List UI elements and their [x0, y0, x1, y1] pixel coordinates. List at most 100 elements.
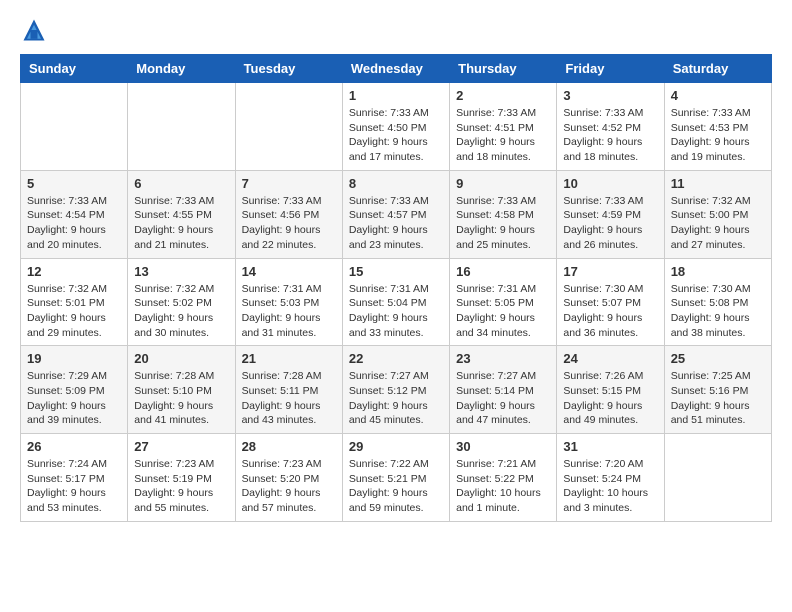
calendar-cell: 22 Sunrise: 7:27 AM Sunset: 5:12 PM Dayli…	[342, 346, 449, 434]
calendar-cell: 6 Sunrise: 7:33 AM Sunset: 4:55 PM Daylig…	[128, 170, 235, 258]
calendar-cell: 23Sunrise: 7:27 AM Sunset: 5:14 PM Dayli…	[450, 346, 557, 434]
day-number: 21	[242, 351, 336, 366]
day-of-week-header: Wednesday	[342, 55, 449, 83]
calendar-body: 1 Sunrise: 7:33 AM Sunset: 4:50 PM Daylig…	[21, 83, 772, 522]
day-of-week-header: Tuesday	[235, 55, 342, 83]
calendar-cell	[21, 83, 128, 171]
days-of-week-row: SundayMondayTuesdayWednesdayThursdayFrid…	[21, 55, 772, 83]
calendar-week-row: 26 Sunrise: 7:24 AM Sunset: 5:17 PM Dayli…	[21, 434, 772, 522]
day-info: Sunrise: 7:28 AM Sunset: 5:10 PM Dayligh…	[134, 369, 228, 428]
calendar-cell: 29 Sunrise: 7:22 AM Sunset: 5:21 PM Dayli…	[342, 434, 449, 522]
day-number: 2	[456, 88, 550, 103]
day-number: 13	[134, 264, 228, 279]
day-number: 30	[456, 439, 550, 454]
day-number: 8	[349, 176, 443, 191]
day-number: 14	[242, 264, 336, 279]
calendar-cell: 25Sunrise: 7:25 AM Sunset: 5:16 PM Dayli…	[664, 346, 771, 434]
day-info: Sunrise: 7:23 AM Sunset: 5:20 PM Dayligh…	[242, 457, 336, 516]
calendar-cell: 19 Sunrise: 7:29 AM Sunset: 5:09 PM Dayli…	[21, 346, 128, 434]
day-number: 10	[563, 176, 657, 191]
calendar-cell: 10Sunrise: 7:33 AM Sunset: 4:59 PM Dayli…	[557, 170, 664, 258]
calendar-cell: 8 Sunrise: 7:33 AM Sunset: 4:57 PM Daylig…	[342, 170, 449, 258]
day-number: 12	[27, 264, 121, 279]
day-number: 26	[27, 439, 121, 454]
calendar-cell	[664, 434, 771, 522]
day-of-week-header: Sunday	[21, 55, 128, 83]
calendar-cell: 15 Sunrise: 7:31 AM Sunset: 5:04 PM Dayli…	[342, 258, 449, 346]
day-info: Sunrise: 7:33 AM Sunset: 4:51 PM Dayligh…	[456, 106, 550, 165]
day-info: Sunrise: 7:21 AM Sunset: 5:22 PM Dayligh…	[456, 457, 550, 516]
day-number: 29	[349, 439, 443, 454]
calendar-cell: 9Sunrise: 7:33 AM Sunset: 4:58 PM Daylig…	[450, 170, 557, 258]
day-info: Sunrise: 7:31 AM Sunset: 5:03 PM Dayligh…	[242, 282, 336, 341]
day-info: Sunrise: 7:31 AM Sunset: 5:05 PM Dayligh…	[456, 282, 550, 341]
calendar-cell: 30 Sunrise: 7:21 AM Sunset: 5:22 PM Dayli…	[450, 434, 557, 522]
day-of-week-header: Saturday	[664, 55, 771, 83]
day-info: Sunrise: 7:32 AM Sunset: 5:00 PM Dayligh…	[671, 194, 765, 253]
day-info: Sunrise: 7:28 AM Sunset: 5:11 PM Dayligh…	[242, 369, 336, 428]
day-number: 31	[563, 439, 657, 454]
day-info: Sunrise: 7:24 AM Sunset: 5:17 PM Dayligh…	[27, 457, 121, 516]
day-number: 1	[349, 88, 443, 103]
logo	[20, 16, 52, 44]
day-number: 11	[671, 176, 765, 191]
day-number: 22	[349, 351, 443, 366]
day-info: Sunrise: 7:33 AM Sunset: 4:58 PM Dayligh…	[456, 194, 550, 253]
day-info: Sunrise: 7:23 AM Sunset: 5:19 PM Dayligh…	[134, 457, 228, 516]
day-number: 19	[27, 351, 121, 366]
day-info: Sunrise: 7:33 AM Sunset: 4:50 PM Dayligh…	[349, 106, 443, 165]
day-number: 15	[349, 264, 443, 279]
day-info: Sunrise: 7:33 AM Sunset: 4:53 PM Dayligh…	[671, 106, 765, 165]
day-info: Sunrise: 7:33 AM Sunset: 4:55 PM Dayligh…	[134, 194, 228, 253]
day-info: Sunrise: 7:27 AM Sunset: 5:12 PM Dayligh…	[349, 369, 443, 428]
calendar-cell: 27Sunrise: 7:23 AM Sunset: 5:19 PM Dayli…	[128, 434, 235, 522]
day-info: Sunrise: 7:27 AM Sunset: 5:14 PM Dayligh…	[456, 369, 550, 428]
calendar-cell	[128, 83, 235, 171]
day-info: Sunrise: 7:29 AM Sunset: 5:09 PM Dayligh…	[27, 369, 121, 428]
day-number: 24	[563, 351, 657, 366]
calendar-cell: 11 Sunrise: 7:32 AM Sunset: 5:00 PM Dayli…	[664, 170, 771, 258]
day-info: Sunrise: 7:33 AM Sunset: 4:52 PM Dayligh…	[563, 106, 657, 165]
calendar-week-row: 5Sunrise: 7:33 AM Sunset: 4:54 PM Daylig…	[21, 170, 772, 258]
calendar-cell: 1 Sunrise: 7:33 AM Sunset: 4:50 PM Daylig…	[342, 83, 449, 171]
day-info: Sunrise: 7:22 AM Sunset: 5:21 PM Dayligh…	[349, 457, 443, 516]
day-of-week-header: Thursday	[450, 55, 557, 83]
day-number: 7	[242, 176, 336, 191]
day-info: Sunrise: 7:33 AM Sunset: 4:57 PM Dayligh…	[349, 194, 443, 253]
day-info: Sunrise: 7:30 AM Sunset: 5:08 PM Dayligh…	[671, 282, 765, 341]
calendar-cell: 17 Sunrise: 7:30 AM Sunset: 5:07 PM Dayli…	[557, 258, 664, 346]
day-info: Sunrise: 7:20 AM Sunset: 5:24 PM Dayligh…	[563, 457, 657, 516]
day-info: Sunrise: 7:31 AM Sunset: 5:04 PM Dayligh…	[349, 282, 443, 341]
calendar-cell: 16 Sunrise: 7:31 AM Sunset: 5:05 PM Dayli…	[450, 258, 557, 346]
calendar-cell: 21 Sunrise: 7:28 AM Sunset: 5:11 PM Dayli…	[235, 346, 342, 434]
calendar-cell: 2 Sunrise: 7:33 AM Sunset: 4:51 PM Daylig…	[450, 83, 557, 171]
day-number: 6	[134, 176, 228, 191]
calendar-cell: 3 Sunrise: 7:33 AM Sunset: 4:52 PM Daylig…	[557, 83, 664, 171]
day-number: 25	[671, 351, 765, 366]
calendar-cell: 5Sunrise: 7:33 AM Sunset: 4:54 PM Daylig…	[21, 170, 128, 258]
calendar-cell: 26 Sunrise: 7:24 AM Sunset: 5:17 PM Dayli…	[21, 434, 128, 522]
calendar-week-row: 12 Sunrise: 7:32 AM Sunset: 5:01 PM Dayli…	[21, 258, 772, 346]
day-number: 3	[563, 88, 657, 103]
day-info: Sunrise: 7:30 AM Sunset: 5:07 PM Dayligh…	[563, 282, 657, 341]
day-info: Sunrise: 7:33 AM Sunset: 4:56 PM Dayligh…	[242, 194, 336, 253]
day-info: Sunrise: 7:32 AM Sunset: 5:02 PM Dayligh…	[134, 282, 228, 341]
calendar-header: SundayMondayTuesdayWednesdayThursdayFrid…	[21, 55, 772, 83]
calendar-cell: 24 Sunrise: 7:26 AM Sunset: 5:15 PM Dayli…	[557, 346, 664, 434]
calendar-cell: 20Sunrise: 7:28 AM Sunset: 5:10 PM Dayli…	[128, 346, 235, 434]
day-number: 17	[563, 264, 657, 279]
calendar-week-row: 1 Sunrise: 7:33 AM Sunset: 4:50 PM Daylig…	[21, 83, 772, 171]
day-number: 16	[456, 264, 550, 279]
calendar-table: SundayMondayTuesdayWednesdayThursdayFrid…	[20, 54, 772, 522]
calendar-cell: 13 Sunrise: 7:32 AM Sunset: 5:02 PM Dayli…	[128, 258, 235, 346]
calendar-cell	[235, 83, 342, 171]
calendar-cell: 31 Sunrise: 7:20 AM Sunset: 5:24 PM Dayli…	[557, 434, 664, 522]
day-info: Sunrise: 7:32 AM Sunset: 5:01 PM Dayligh…	[27, 282, 121, 341]
day-info: Sunrise: 7:26 AM Sunset: 5:15 PM Dayligh…	[563, 369, 657, 428]
calendar-cell: 12 Sunrise: 7:32 AM Sunset: 5:01 PM Dayli…	[21, 258, 128, 346]
calendar-cell: 28 Sunrise: 7:23 AM Sunset: 5:20 PM Dayli…	[235, 434, 342, 522]
calendar-cell: 18Sunrise: 7:30 AM Sunset: 5:08 PM Dayli…	[664, 258, 771, 346]
day-number: 28	[242, 439, 336, 454]
day-info: Sunrise: 7:33 AM Sunset: 4:54 PM Dayligh…	[27, 194, 121, 253]
day-number: 4	[671, 88, 765, 103]
